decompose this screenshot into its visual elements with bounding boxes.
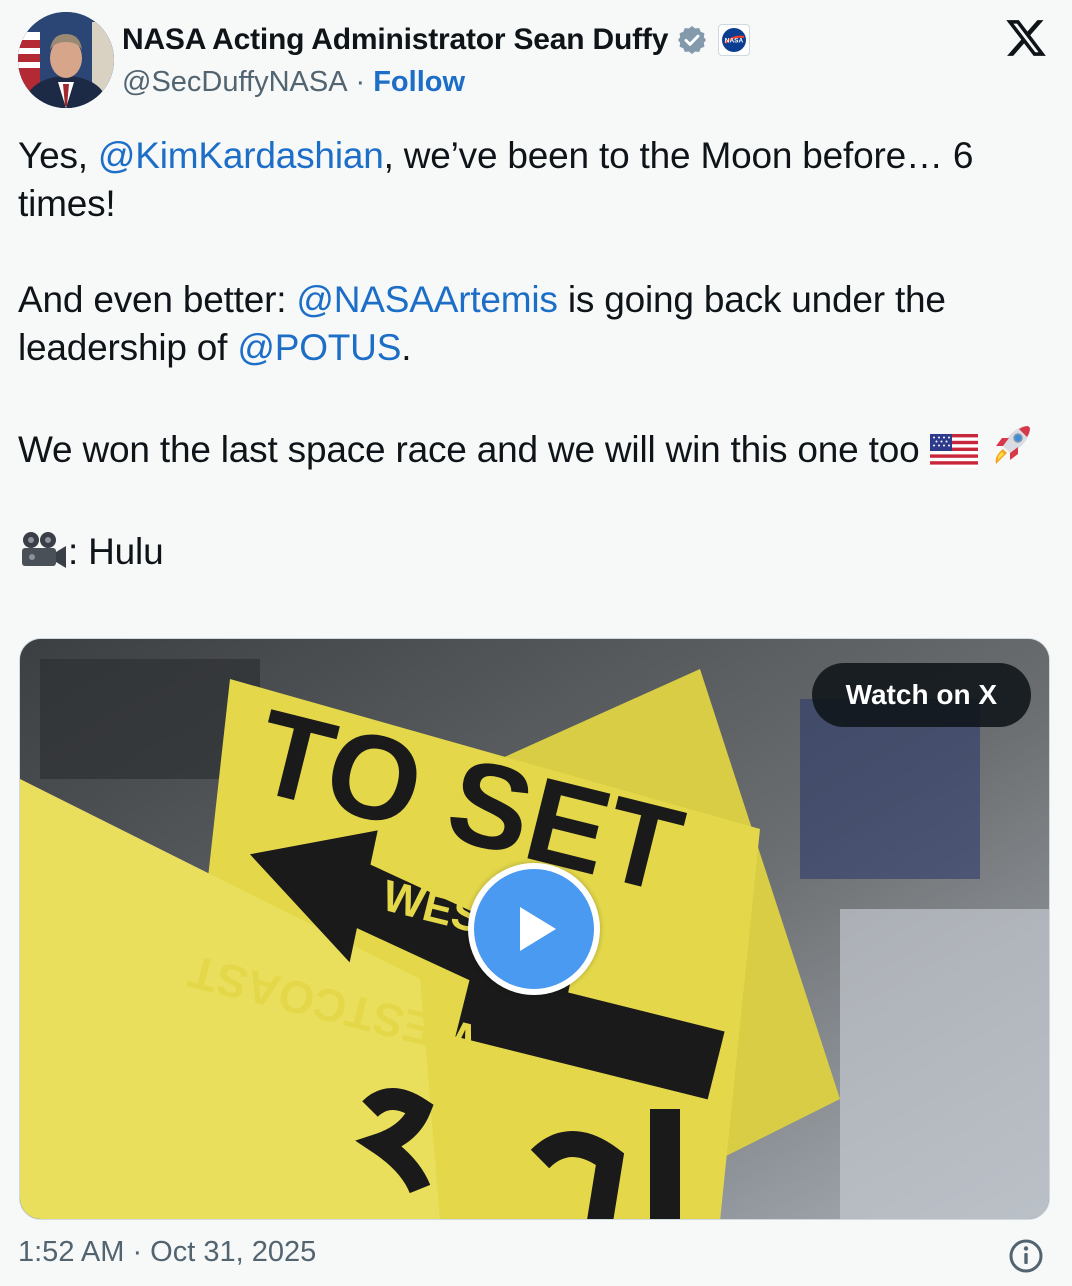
video-player[interactable]: TO SET WESTCOAST WESTCOAST Watch on X (19, 638, 1050, 1220)
movie-camera-icon (18, 530, 68, 582)
separator-dot: · (355, 65, 366, 98)
mention-nasaartemis-link[interactable]: @NASAArtemis (296, 279, 558, 320)
tweet-paragraph-1: Yes, @KimKardashian, we’ve been to the M… (18, 132, 1052, 228)
play-icon (520, 907, 556, 951)
author-display-name[interactable]: NASA Acting Administrator Sean Duffy (122, 23, 668, 57)
follow-button[interactable]: Follow (373, 66, 465, 99)
tweet-text-segment: . (401, 327, 412, 368)
nasa-affiliation-icon[interactable]: NASA (718, 24, 751, 56)
author-name-row: NASA Acting Administrator Sean Duffy NAS… (122, 20, 751, 60)
watch-on-x-button[interactable]: Watch on X (811, 663, 1031, 727)
tweet-paragraph-4: : Hulu (18, 528, 1052, 582)
tweet-text: Yes, @KimKardashian, we’ve been to the M… (18, 132, 1052, 582)
play-button[interactable] (468, 863, 600, 995)
tweet-text-segment: Yes, (18, 135, 98, 176)
tweet-text-segment: We won the last space race and we will w… (18, 429, 920, 470)
mention-kimkardashian-link[interactable]: @KimKardashian (98, 135, 384, 176)
rocket-icon (988, 420, 1036, 480)
tweet-paragraph-2: And even better: @NASAArtemis is going b… (18, 276, 1052, 372)
us-flag-icon (929, 432, 978, 480)
verified-badge-icon (676, 24, 708, 56)
author-handle-row: @SecDuffyNASA · Follow (122, 62, 465, 102)
nasa-logo-text: NASA (725, 38, 744, 45)
tweet-timestamp[interactable]: 1:52 AM · Oct 31, 2025 (18, 1236, 316, 1269)
info-icon[interactable] (1008, 1238, 1044, 1274)
tweet-text-segment: And even better: (18, 279, 297, 320)
tweet-text-segment: : Hulu (68, 531, 164, 572)
tweet-paragraph-3: We won the last space race and we will w… (18, 420, 1052, 480)
tweet-embed-card: NASA Acting Administrator Sean Duffy NAS… (0, 0, 1072, 1286)
mention-potus-link[interactable]: @POTUS (237, 327, 401, 368)
author-handle[interactable]: @SecDuffyNASA (122, 66, 348, 99)
x-logo-icon[interactable] (1004, 16, 1048, 60)
author-avatar[interactable] (18, 12, 114, 108)
